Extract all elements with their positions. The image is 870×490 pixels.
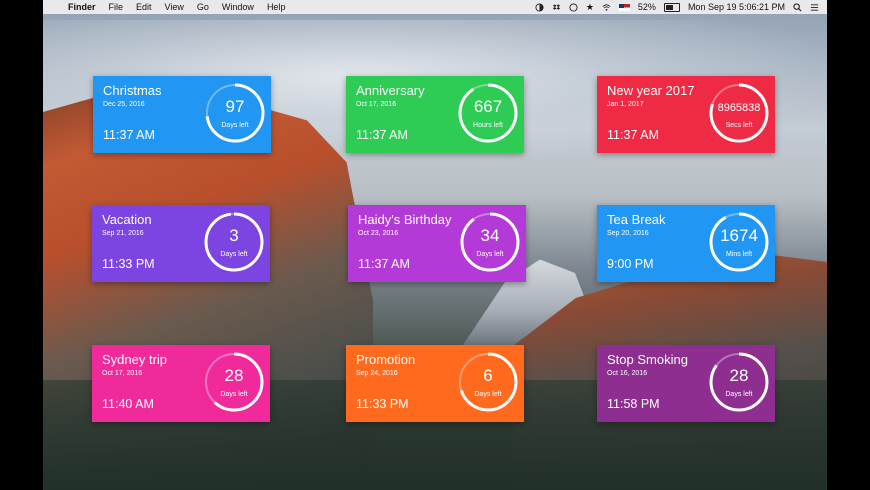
card-time: 11:37 AM [356,128,408,142]
card-title: Christmas [103,83,162,98]
countdown-value: 3 [229,226,239,245]
countdown-unit: Days left [221,122,249,129]
menu-file[interactable]: File [109,2,124,12]
card-time: 11:37 AM [607,128,659,142]
countdown-ring: 8965838 Secs left [707,81,771,145]
countdown-value: 34 [480,226,500,245]
card-title: Promotion [356,352,416,367]
card-time: 9:00 PM [607,257,654,271]
countdown-unit: Days left [220,391,248,398]
half-circle-status-icon[interactable] [535,2,544,12]
menu-go[interactable]: Go [197,2,209,12]
countdown-card[interactable]: Anniversary Oct 17, 2016 11:37 AM 667 Hours … [346,76,524,153]
card-time: 11:33 PM [102,257,155,271]
card-time: 11:40 AM [102,397,154,411]
countdown-ring: 1674 Mins left [707,210,771,274]
card-date: Sep 24, 2016 [356,370,398,377]
menu-help[interactable]: Help [267,2,286,12]
countdown-unit: Days left [220,251,248,258]
card-time: 11:37 AM [103,128,155,142]
card-date: Oct 16, 2016 [607,370,648,377]
card-title: Haidy's Birthday [358,212,452,227]
menu-window[interactable]: Window [222,2,254,12]
countdown-card[interactable]: Haidy's Birthday Oct 23, 2016 11:37 AM 34 Da… [348,205,526,282]
countdown-card[interactable]: Tea Break Sep 20, 2016 9:00 PM 1674 Mins lef… [597,205,775,282]
countdown-unit: Days left [474,391,502,398]
countdown-unit: Secs left [725,122,753,129]
menu-view[interactable]: View [165,2,184,12]
circle-status-icon[interactable] [569,2,578,12]
battery-icon[interactable] [663,2,680,12]
countdown-card[interactable]: Christmas Dec 25, 2016 11:37 AM 97 Days left [93,76,271,153]
card-date: Jan 1, 2017 [607,101,644,108]
card-date: Oct 17, 2016 [356,101,397,108]
countdown-ring: 6 Days left [456,350,520,414]
card-date: Oct 17, 2016 [102,370,143,377]
card-time: 11:37 AM [358,257,410,271]
menu-app-name[interactable]: Finder [68,2,96,12]
countdown-unit: Hours left [473,122,503,129]
countdown-ring: 28 Days left [707,350,771,414]
countdown-card[interactable]: New year 2017 Jan 1, 2017 11:37 AM 8965838 S… [597,76,775,153]
countdown-card[interactable]: Sydney trip Oct 17, 2016 11:40 AM 28 Days le… [92,345,270,422]
countdown-ring: 34 Days left [458,210,522,274]
card-title: New year 2017 [607,83,695,98]
countdown-ring: 3 Days left [202,210,266,274]
countdown-value: 6 [483,366,493,385]
wifi-icon[interactable] [602,3,611,12]
countdown-ring: 97 Days left [203,81,267,145]
dropbox-icon[interactable] [552,3,561,12]
countdown-value: 28 [729,366,749,385]
card-date: Dec 25, 2016 [103,101,145,108]
card-time: 11:33 PM [356,397,409,411]
card-title: Sydney trip [102,352,168,367]
countdown-value: 8965838 [717,102,761,114]
us-flag-input-icon[interactable] [618,3,630,11]
menu-bar: Finder File Edit View Go Window Help ★ 5… [43,0,827,14]
card-title: Stop Smoking [607,352,688,367]
menu-edit[interactable]: Edit [136,2,152,12]
countdown-value: 97 [225,97,245,116]
countdown-ring: 28 Days left [202,350,266,414]
battery-percent[interactable]: 52% [638,2,656,12]
card-title: Vacation [102,212,152,227]
card-date: Sep 20, 2016 [607,230,649,237]
countdown-card[interactable]: Stop Smoking Oct 16, 2016 11:58 PM 28 Days l… [597,345,775,422]
notification-center-icon[interactable] [810,3,819,12]
countdown-unit: Days left [476,251,504,258]
card-date: Sep 21, 2016 [102,230,144,237]
spotlight-search-icon[interactable] [793,2,802,12]
star-icon[interactable]: ★ [586,2,594,13]
countdown-card[interactable]: Vacation Sep 21, 2016 11:33 PM 3 Days left [92,205,270,282]
card-title: Tea Break [607,212,666,227]
countdown-value: 28 [224,366,244,385]
countdown-unit: Mins left [725,251,753,258]
countdown-value: 667 [473,97,503,116]
card-date: Oct 23, 2016 [358,230,399,237]
menubar-clock[interactable]: Mon Sep 19 5:06:21 PM [688,2,785,12]
countdown-value: 1674 [720,226,758,245]
countdown-ring: 667 Hours left [456,81,520,145]
card-time: 11:58 PM [607,397,660,411]
countdown-unit: Days left [725,391,753,398]
countdown-card[interactable]: Promotion Sep 24, 2016 11:33 PM 6 Days left [346,345,524,422]
card-title: Anniversary [356,83,425,98]
